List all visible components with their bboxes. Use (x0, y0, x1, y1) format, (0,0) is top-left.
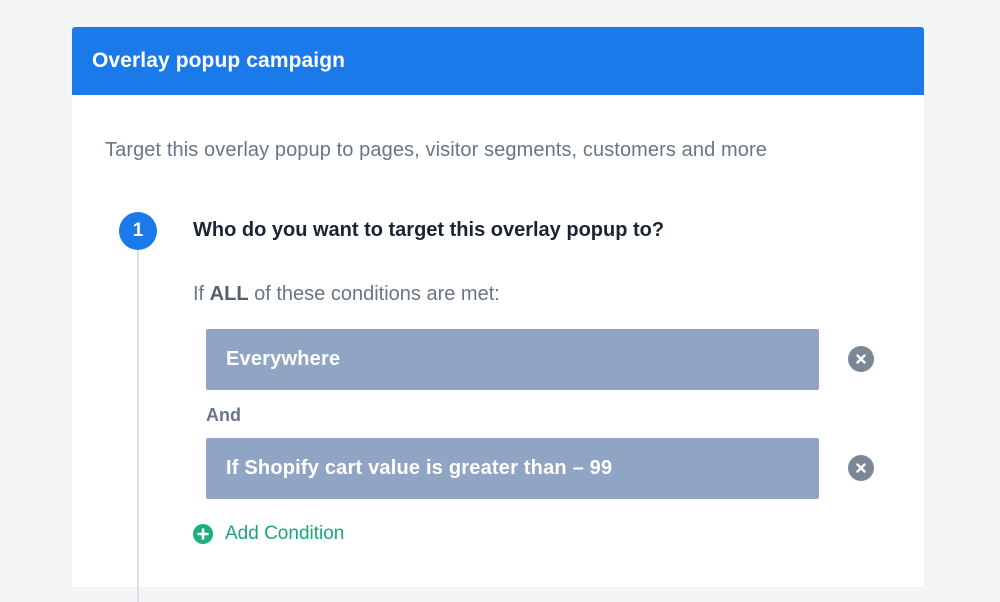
condition-item[interactable]: If Shopify cart value is greater than – … (206, 438, 819, 499)
condition-label: Everywhere (226, 348, 341, 370)
add-condition-label: Add Condition (225, 523, 345, 544)
panel-header: Overlay popup campaign (72, 27, 924, 95)
remove-condition-button[interactable] (848, 346, 874, 372)
intro-suffix: of these conditions are met: (248, 283, 500, 305)
condition-item[interactable]: Everywhere (206, 329, 819, 390)
step-question: Who do you want to target this overlay p… (193, 219, 665, 241)
add-condition-button[interactable]: Add Condition (193, 523, 344, 545)
panel-title: Overlay popup campaign (92, 49, 346, 72)
intro-emphasis: ALL (209, 283, 249, 305)
close-circle-icon (856, 463, 866, 473)
campaign-panel: Overlay popup campaign Target this overl… (72, 27, 924, 602)
condition-label: If Shopify cart value is greater than – … (226, 457, 613, 479)
step-connector-line (137, 242, 139, 602)
plus-circle-icon (193, 524, 213, 544)
close-circle-icon (856, 354, 866, 364)
condition-joiner: And (206, 405, 241, 425)
remove-condition-button[interactable] (848, 455, 874, 481)
step-number-badge: 1 (119, 212, 157, 250)
panel-subtitle: Target this overlay popup to pages, visi… (105, 139, 767, 161)
conditions-intro: If ALL of these conditions are met: (193, 283, 500, 306)
intro-prefix: If (193, 283, 210, 305)
